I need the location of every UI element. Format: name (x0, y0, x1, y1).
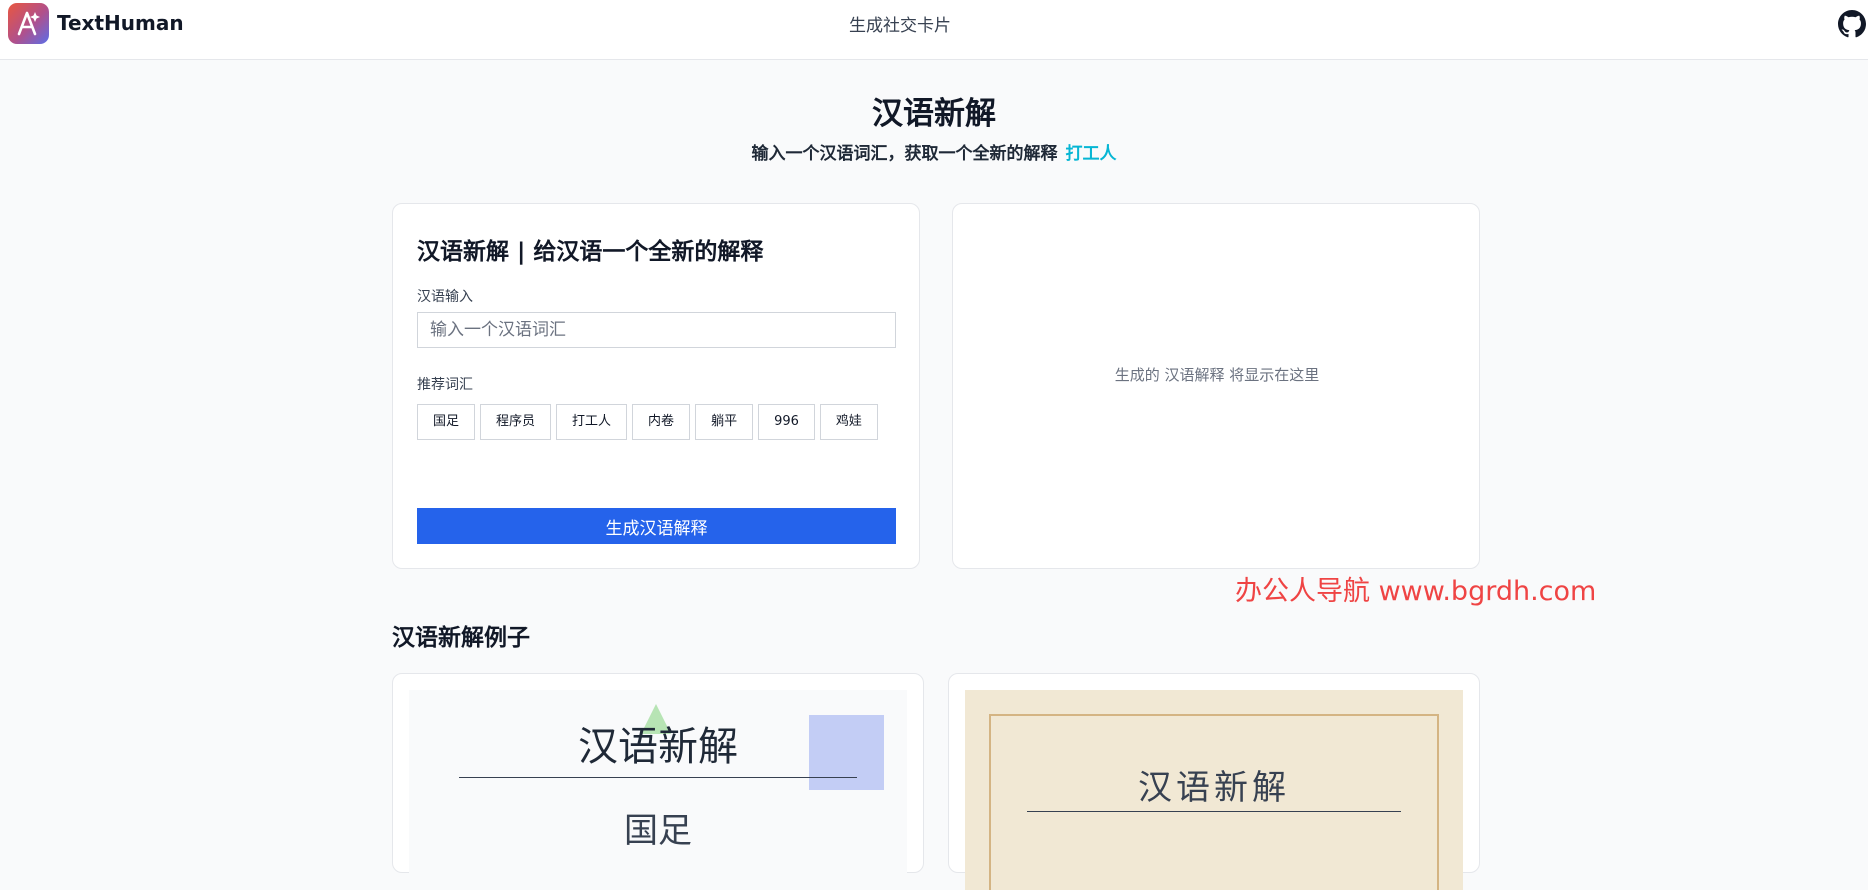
top-navbar: TextHuman 生成社交卡片 (0, 0, 1868, 60)
suggestion-chip[interactable]: 打工人 (556, 404, 628, 440)
suggestion-chip[interactable]: 996 (758, 404, 815, 440)
word-input[interactable] (417, 312, 896, 348)
input-label: 汉语输入 (417, 289, 473, 305)
brand-name[interactable]: TextHuman (57, 11, 184, 35)
input-form-card: 汉语新解 | 给汉语一个全新的解释 汉语输入 推荐词汇 国足程序员打工人内卷躺平… (392, 203, 920, 569)
example-card-title: 汉语新解 (578, 724, 738, 770)
suggest-label: 推荐词汇 (417, 377, 473, 393)
divider (459, 777, 857, 778)
result-placeholder: 生成的 汉语解释 将显示在这里 (1114, 366, 1320, 384)
github-icon[interactable] (1838, 10, 1866, 38)
example-card-image: 汉语新解 国足 (409, 690, 907, 890)
hero-title: 汉语新解 (872, 96, 996, 132)
examples-title: 汉语新解例子 (392, 625, 530, 651)
nav-link-social-card[interactable]: 生成社交卡片 (800, 11, 1000, 36)
example-card[interactable]: 汉语新解 国足 (392, 673, 924, 890)
example-card-image: 汉语新解 (965, 690, 1463, 890)
result-card: 生成的 汉语解释 将显示在这里 (952, 203, 1480, 569)
form-title: 汉语新解 | 给汉语一个全新的解释 (417, 239, 764, 265)
suggestion-chip[interactable]: 内卷 (632, 404, 691, 440)
example-card-word: 国足 (624, 811, 692, 851)
watermark-text: 办公人导航 www.bgrdh.com (1235, 576, 1597, 607)
example-card[interactable]: 汉语新解 (948, 673, 1480, 890)
example-card-title: 汉语新解 (1138, 768, 1290, 808)
suggestion-chip[interactable]: 鸡娃 (819, 404, 878, 440)
suggestion-chips: 国足 程序员 打工人 内卷 躺平 996 鸡娃 (417, 404, 897, 448)
divider (1027, 811, 1401, 812)
hero-highlight-word: 打工人 (1065, 144, 1117, 164)
hero-subtitle: 输入一个汉语词汇，获取一个全新的解释 打工人 (0, 139, 1868, 164)
texthuman-logo-icon[interactable] (8, 3, 49, 44)
suggestion-chip[interactable]: 程序员 (480, 404, 552, 440)
generate-button[interactable]: 生成汉语解释 (417, 508, 896, 544)
hero-subtitle-text: 输入一个汉语词汇，获取一个全新的解释 (751, 144, 1058, 164)
suggestion-chip[interactable]: 国足 (417, 404, 476, 440)
suggestion-chip[interactable]: 躺平 (695, 404, 754, 440)
